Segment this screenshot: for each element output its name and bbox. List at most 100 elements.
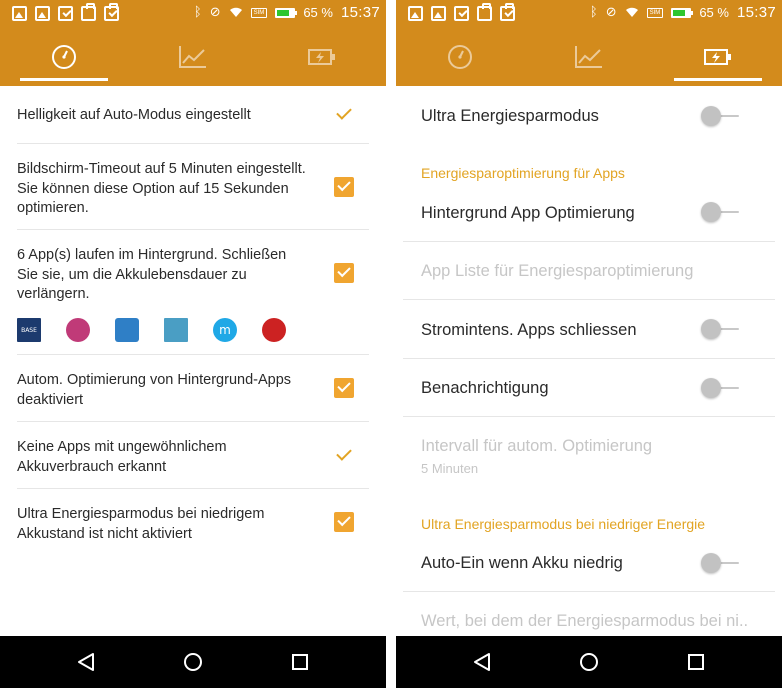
- battery-settings-list: Ultra Energiesparmodus Energiesparoptimi…: [396, 86, 782, 636]
- battery-percent: 65 %: [699, 5, 729, 20]
- left-screen: ᛒ ⊘ SIM 65 % 15:37 Helligkeit auf Auto-M…: [0, 0, 386, 688]
- setting-interval[interactable]: Intervall für autom. Optimierung 5 Minut…: [403, 417, 775, 495]
- tab-statistics[interactable]: [129, 28, 257, 86]
- battery-charging-icon: [704, 49, 731, 65]
- auto-on-toggle[interactable]: [701, 553, 739, 573]
- recents-button[interactable]: [270, 636, 330, 688]
- do-not-disturb-icon: ⊘: [605, 5, 617, 20]
- setting-close-power-apps[interactable]: Stromintens. Apps schliessen: [403, 300, 775, 359]
- setting-notification[interactable]: Benachrichtigung: [403, 359, 775, 417]
- checkbox-checked[interactable]: [334, 177, 354, 197]
- clock: 15:37: [340, 4, 380, 21]
- home-circle-icon: [184, 653, 202, 671]
- list-item[interactable]: Ultra Energiesparmodus bei niedrigem Akk…: [17, 489, 369, 556]
- setting-label: Wert, bei dem der Energiesparmodus bei n…: [421, 612, 749, 630]
- setting-label: App Liste für Energiesparoptimierung: [421, 262, 694, 280]
- battery-level: [277, 9, 290, 16]
- back-button[interactable]: [452, 636, 512, 688]
- notification-icons: [408, 3, 515, 21]
- tab-battery-settings[interactable]: [258, 28, 386, 86]
- red-beast-app-icon[interactable]: [262, 318, 286, 342]
- list-item[interactable]: Bildschirm-Timeout auf 5 Minuten eingest…: [17, 144, 369, 230]
- image-notification-icon: [12, 6, 27, 21]
- toggle-knob: [701, 553, 721, 573]
- clock: 15:37: [736, 4, 776, 21]
- done-tick-icon: [336, 104, 352, 120]
- battery-charging-icon: [308, 49, 335, 65]
- setting-label: Stromintens. Apps schliessen: [421, 321, 637, 339]
- setting-threshold[interactable]: Wert, bei dem der Energiesparmodus bei n…: [403, 592, 775, 636]
- toggle-knob: [701, 106, 721, 126]
- home-button[interactable]: [163, 636, 223, 688]
- list-item[interactable]: Keine Apps mit ungewöhnlichem Akkuverbra…: [17, 422, 369, 489]
- checkbox-checked[interactable]: [334, 378, 354, 398]
- mail-notification-icon: [431, 6, 446, 21]
- close-power-apps-toggle[interactable]: [701, 319, 739, 339]
- active-tab-indicator: [20, 78, 108, 81]
- navigation-bar: [396, 636, 782, 688]
- ultra-mode-toggle[interactable]: [701, 106, 739, 126]
- do-not-disturb-icon: ⊘: [209, 5, 221, 20]
- tab-battery-settings[interactable]: [654, 28, 782, 86]
- back-button[interactable]: [56, 636, 116, 688]
- home-circle-icon: [580, 653, 598, 671]
- checkbox-checked[interactable]: [334, 512, 354, 532]
- setting-auto-on[interactable]: Auto-Ein wenn Akku niedrig: [403, 534, 775, 592]
- bluetooth-icon: ᛒ: [193, 5, 202, 20]
- sim-icon: SIM: [646, 7, 664, 18]
- item-text: Keine Apps mit ungewöhnlichem Akkuverbra…: [17, 439, 227, 475]
- store-notification-icon: [81, 3, 96, 21]
- setting-label: Ultra Energiesparmodus: [421, 107, 599, 125]
- tab-bar: [396, 28, 782, 86]
- notification-toggle[interactable]: [701, 378, 739, 398]
- store-update-notification-icon: [500, 3, 515, 21]
- wifi-icon: [229, 7, 242, 17]
- checkbox-checked[interactable]: [334, 263, 354, 283]
- tab-optimize[interactable]: [0, 28, 128, 86]
- speedometer-icon: [52, 45, 76, 69]
- chart-app-icon[interactable]: [164, 318, 188, 342]
- home-button[interactable]: [559, 636, 619, 688]
- blue-square-app-icon[interactable]: [115, 318, 139, 342]
- active-tab-indicator: [674, 78, 762, 81]
- setting-label: Benachrichtigung: [421, 379, 549, 397]
- tab-bar: [0, 28, 386, 86]
- list-item[interactable]: Helligkeit auf Auto-Modus eingestellt: [17, 86, 369, 144]
- background-apps: BASE m: [17, 318, 286, 342]
- list-item[interactable]: 6 App(s) laufen im Hintergrund. Schließe…: [17, 230, 369, 355]
- setting-ultra-mode[interactable]: Ultra Energiesparmodus: [403, 86, 775, 148]
- toggle-knob: [701, 202, 721, 222]
- tab-statistics[interactable]: [525, 28, 653, 86]
- item-text: Autom. Optimierung von Hintergrund-Apps …: [17, 372, 292, 408]
- store-update-notification-icon: [104, 3, 119, 21]
- m-circle-app-icon[interactable]: m: [213, 318, 237, 342]
- setting-background-optimization[interactable]: Hintergrund App Optimierung: [403, 183, 775, 242]
- done-tick-icon: [336, 445, 352, 461]
- system-status: ᛒ ⊘ SIM 65 % 15:37: [590, 4, 776, 21]
- background-optimization-toggle[interactable]: [701, 202, 739, 222]
- status-bar: ᛒ ⊘ SIM 65 % 15:37: [0, 0, 386, 28]
- bluetooth-icon: ᛒ: [589, 5, 598, 20]
- section-header: Ultra Energiesparmodus bei niedriger Ene…: [421, 516, 706, 532]
- tab-optimize[interactable]: [396, 28, 524, 86]
- item-text: Bildschirm-Timeout auf 5 Minuten eingest…: [17, 161, 306, 216]
- speedometer-icon: [448, 45, 472, 69]
- recents-square-icon: [292, 654, 308, 670]
- list-item[interactable]: Autom. Optimierung von Hintergrund-Apps …: [17, 355, 369, 422]
- base-app-icon[interactable]: BASE: [17, 318, 41, 342]
- system-status: ᛒ ⊘ SIM 65 % 15:37: [194, 4, 380, 21]
- store-notification-icon: [477, 3, 492, 21]
- toggle-knob: [701, 319, 721, 339]
- battery-icon: [671, 7, 694, 18]
- battery-icon: [275, 7, 298, 18]
- back-triangle-icon: [474, 653, 490, 671]
- item-text: Ultra Energiesparmodus bei niedrigem Akk…: [17, 506, 265, 542]
- status-bar: ᛒ ⊘ SIM 65 % 15:37: [396, 0, 782, 28]
- chart-line-icon: [575, 46, 602, 68]
- image-notification-icon: [408, 6, 423, 21]
- toggle-knob: [701, 378, 721, 398]
- recents-button[interactable]: [666, 636, 726, 688]
- setting-app-list[interactable]: App Liste für Energiesparoptimierung: [403, 242, 775, 300]
- pink-bird-app-icon[interactable]: [66, 318, 90, 342]
- item-text: Helligkeit auf Auto-Modus eingestellt: [17, 107, 251, 123]
